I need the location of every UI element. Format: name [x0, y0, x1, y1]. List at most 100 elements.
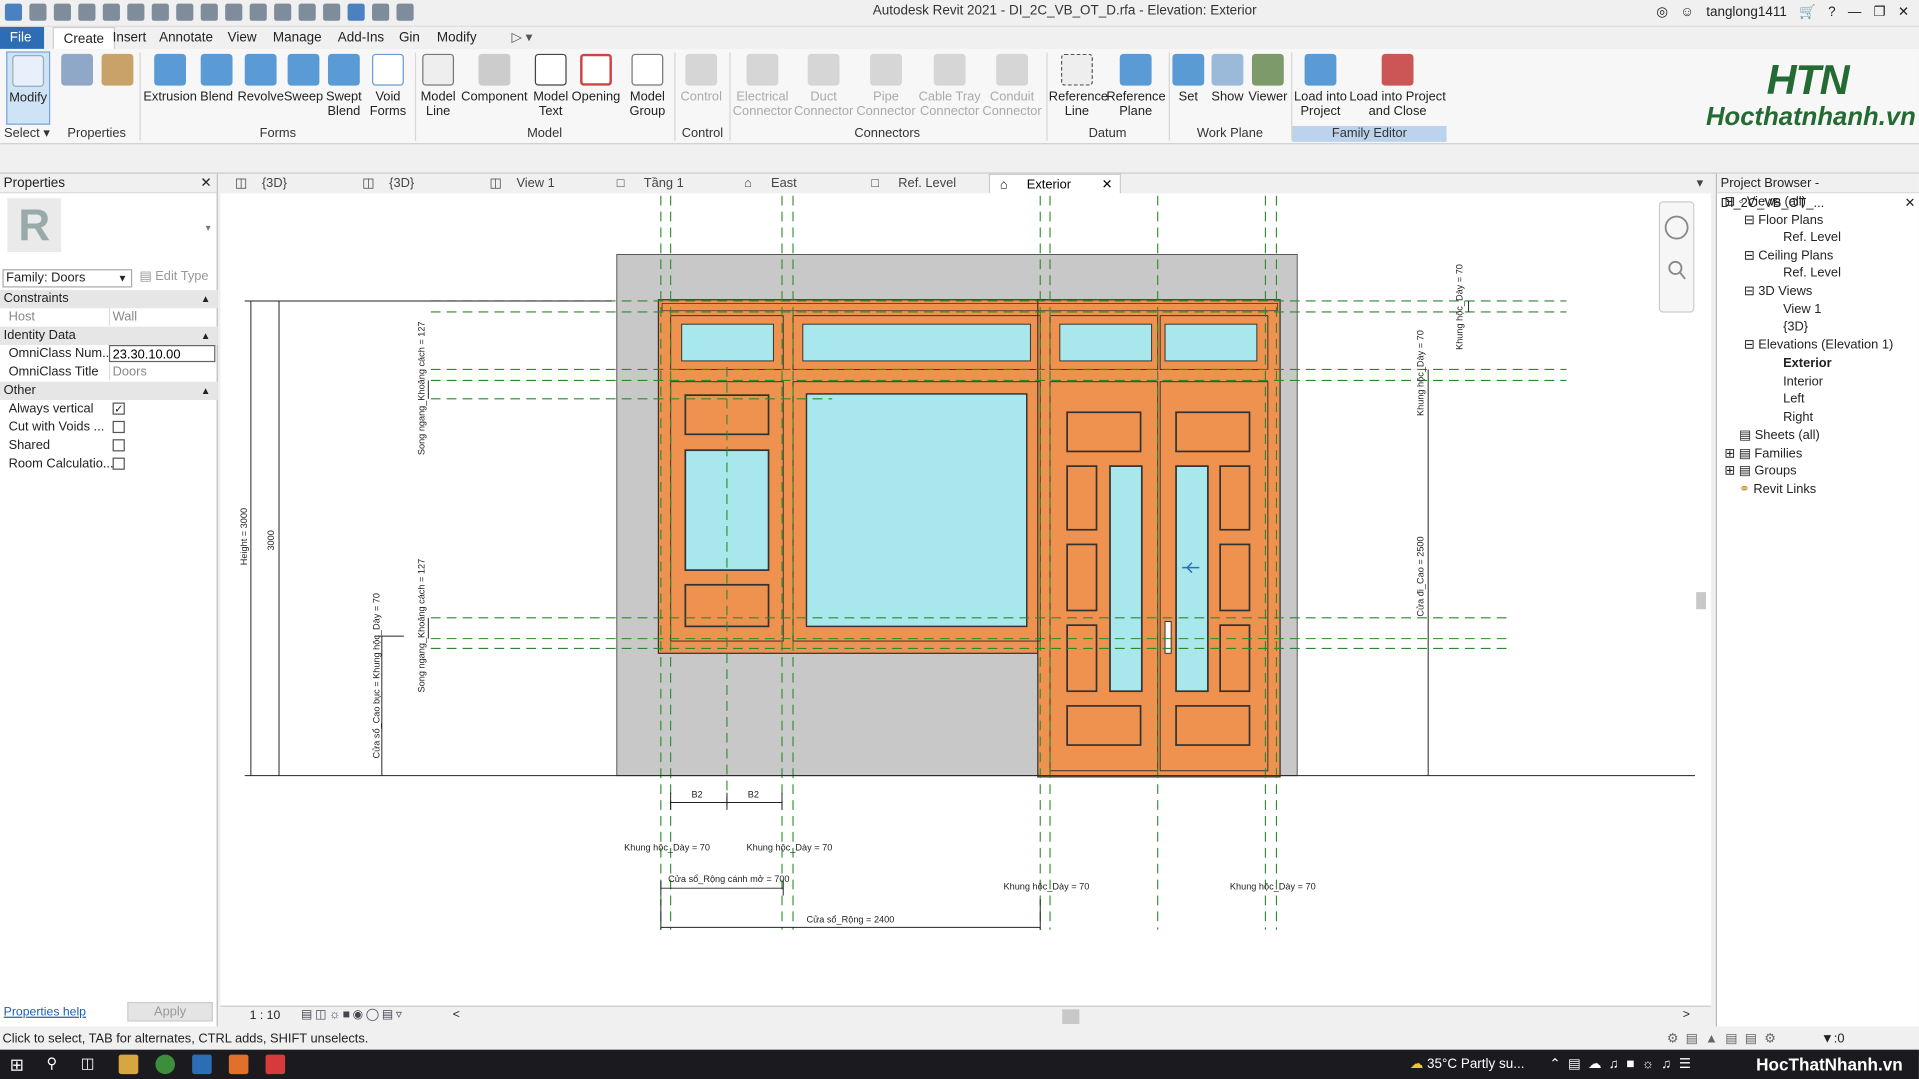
prop-omniclass-num-input[interactable]: 23.30.10.00: [108, 344, 216, 363]
properties-button[interactable]: [61, 51, 94, 124]
tree-exterior[interactable]: Exterior: [1783, 355, 1832, 372]
dim-cua-so-bo[interactable]: Cửa sổ_Cao bục = Khung hộc_Dày = 70: [371, 593, 381, 758]
search-icon[interactable]: ⚲: [47, 1055, 67, 1075]
edit-type-button[interactable]: ▤ Edit Type: [140, 269, 209, 284]
shared-checkbox[interactable]: [112, 439, 125, 452]
navigation-bar[interactable]: [1658, 201, 1695, 313]
chrome-icon[interactable]: [155, 1054, 176, 1075]
tab-exterior[interactable]: ⌂ Exterior ✕: [988, 173, 1122, 194]
filter-count[interactable]: ▼:0: [1821, 1028, 1844, 1050]
app-red-icon[interactable]: [265, 1054, 286, 1075]
dim-khung-day-4[interactable]: Khung hộc_Dày = 70: [1230, 881, 1316, 891]
room-calc-checkbox[interactable]: [112, 457, 125, 470]
tree-ref-level-ceiling[interactable]: Ref. Level: [1783, 264, 1841, 281]
restore-icon[interactable]: ❐: [1874, 4, 1886, 20]
electrical-connector-button[interactable]: Electrical Connector: [732, 51, 793, 124]
tab-view-3d-2[interactable]: ◫ {3D}: [352, 174, 479, 194]
scroll-left-icon[interactable]: <: [453, 1008, 460, 1021]
tab-annotate[interactable]: Annotate: [149, 27, 222, 49]
dim-song-top[interactable]: Song ngang_Khoảng cách = 127: [417, 321, 427, 455]
app-orange-icon[interactable]: [228, 1054, 249, 1075]
dim-cua-di-cao[interactable]: Cửa đi_Cao = 2500: [1415, 536, 1425, 616]
type-dropdown-icon[interactable]: ▾: [206, 223, 211, 234]
load-into-project-button[interactable]: Load into Project: [1294, 51, 1348, 124]
binoculars-icon[interactable]: ◎: [1656, 4, 1668, 20]
dim-song-bot[interactable]: Song ngang_Khoảng cách = 127: [417, 559, 427, 693]
reference-line-button[interactable]: Reference Line: [1049, 51, 1108, 124]
dim-cs-rong[interactable]: Cửa sổ_Rộng = 2400: [806, 914, 894, 924]
modify-button[interactable]: Modify: [6, 51, 51, 125]
group-select[interactable]: Select ▾: [0, 126, 54, 142]
minimize-icon[interactable]: —: [1848, 4, 1861, 19]
dim-khung-day-2[interactable]: Khung hộc_Dày = 70: [747, 842, 833, 852]
void-forms-button[interactable]: Void Forms: [365, 51, 412, 124]
tree-elevations[interactable]: ⊟ Elevations (Elevation 1): [1744, 336, 1893, 353]
blend-button[interactable]: Blend: [196, 51, 238, 124]
tab-view-1[interactable]: ◫ View 1: [480, 174, 607, 194]
component-button[interactable]: Component: [459, 51, 530, 124]
tab-ref-level[interactable]: □ Ref. Level: [862, 174, 989, 194]
windows-start-icon[interactable]: ⊞: [10, 1055, 30, 1075]
pipe-connector-button[interactable]: Pipe Connector: [855, 51, 916, 124]
set-button[interactable]: Set: [1171, 51, 1205, 124]
tab-file[interactable]: File: [0, 26, 45, 49]
drawing-canvas[interactable]: Height = 3000 3000 Song ngang_Khoảng các…: [220, 193, 1711, 1006]
dim-khung-day-right-2[interactable]: Khung hộc_Dày = 70: [1415, 330, 1425, 416]
reference-plane-button[interactable]: Reference Plane: [1106, 51, 1166, 124]
viewer-button[interactable]: Viewer: [1247, 51, 1289, 124]
dim-b2-left[interactable]: B2: [691, 790, 702, 800]
tree-ref-level-floor[interactable]: Ref. Level: [1783, 229, 1841, 246]
tray-icons[interactable]: ⌃▤☁♫■☼♫☰: [1549, 1056, 1698, 1072]
show-button[interactable]: Show: [1208, 51, 1247, 124]
swept-blend-button[interactable]: Swept Blend: [323, 51, 365, 124]
user-icon[interactable]: ☺: [1680, 4, 1694, 19]
scroll-right-icon[interactable]: >: [1683, 1008, 1690, 1021]
model-line-button[interactable]: Model Line: [419, 51, 458, 124]
model-group-button[interactable]: Model Group: [623, 51, 672, 124]
model-text-button[interactable]: Model Text: [529, 51, 573, 124]
section-identity[interactable]: Identity Data ▲: [0, 326, 218, 345]
tab-menu-icon[interactable]: ▾: [1689, 174, 1711, 194]
tree-sheets[interactable]: ▤ Sheets (all): [1739, 427, 1820, 444]
view-scale[interactable]: 1 : 10: [250, 1009, 281, 1022]
dim-khung-day-1[interactable]: Khung hộc_Dày = 70: [624, 842, 710, 852]
extrusion-button[interactable]: Extrusion: [143, 51, 197, 124]
tree-families[interactable]: ⊞ ▤ Families: [1724, 445, 1802, 462]
close-icon[interactable]: ✕: [1904, 193, 1915, 213]
tree-view-1[interactable]: View 1: [1783, 301, 1821, 318]
cart-icon[interactable]: 🛒: [1799, 4, 1816, 20]
weather-widget[interactable]: ☁ 35°C Partly su...: [1410, 1056, 1525, 1072]
dim-3000[interactable]: 3000: [266, 530, 276, 550]
family-selector[interactable]: Family: Doors ▼: [2, 269, 133, 288]
dim-b2-right[interactable]: B2: [748, 790, 759, 800]
file-explorer-icon[interactable]: [118, 1054, 139, 1075]
task-view-icon[interactable]: ◫: [81, 1055, 101, 1075]
dim-cs-rong-canh[interactable]: Cửa sổ_Rộng cánh mở = 700: [668, 874, 789, 884]
apply-button[interactable]: Apply: [127, 1001, 213, 1022]
tab-modify[interactable]: Modify: [427, 27, 486, 49]
load-into-project-close-button[interactable]: Load into Project and Close: [1349, 51, 1447, 124]
tab-east[interactable]: ⌂ East: [734, 174, 861, 194]
tree-interior[interactable]: Interior: [1783, 373, 1823, 390]
conduit-connector-button[interactable]: Conduit Connector: [981, 51, 1042, 124]
vertical-scroll-thumb[interactable]: [1696, 592, 1706, 610]
duct-connector-button[interactable]: Duct Connector: [793, 51, 854, 124]
tree-revit-links[interactable]: ⚭ Revit Links: [1739, 481, 1816, 498]
tab-view[interactable]: View: [218, 27, 267, 49]
tree-ceiling-plans[interactable]: ⊟ Ceiling Plans: [1744, 247, 1833, 264]
tree-groups[interactable]: ⊞ ▤ Groups: [1724, 462, 1796, 479]
horizontal-scroll-thumb[interactable]: [1062, 1009, 1080, 1024]
window-fixed-glass[interactable]: [805, 393, 1028, 628]
tab-insert[interactable]: Insert: [103, 27, 156, 49]
dim-khung-day-right[interactable]: Khung hộc_Dày = 70: [1454, 264, 1464, 350]
section-constraints[interactable]: Constraints ▲: [0, 289, 218, 309]
tree-right[interactable]: Right: [1783, 409, 1813, 426]
tab-tang-1[interactable]: □ Tầng 1: [607, 174, 734, 194]
cable-tray-connector-button[interactable]: Cable Tray Connector: [918, 51, 982, 124]
section-other[interactable]: Other ▲: [0, 381, 218, 401]
tree-left[interactable]: Left: [1783, 390, 1804, 407]
revolve-button[interactable]: Revolve: [237, 51, 284, 124]
tree-3d-views[interactable]: ⊟ 3D Views: [1744, 283, 1812, 300]
control-button[interactable]: Control: [677, 51, 726, 124]
tab-gin[interactable]: Gin: [389, 27, 430, 49]
